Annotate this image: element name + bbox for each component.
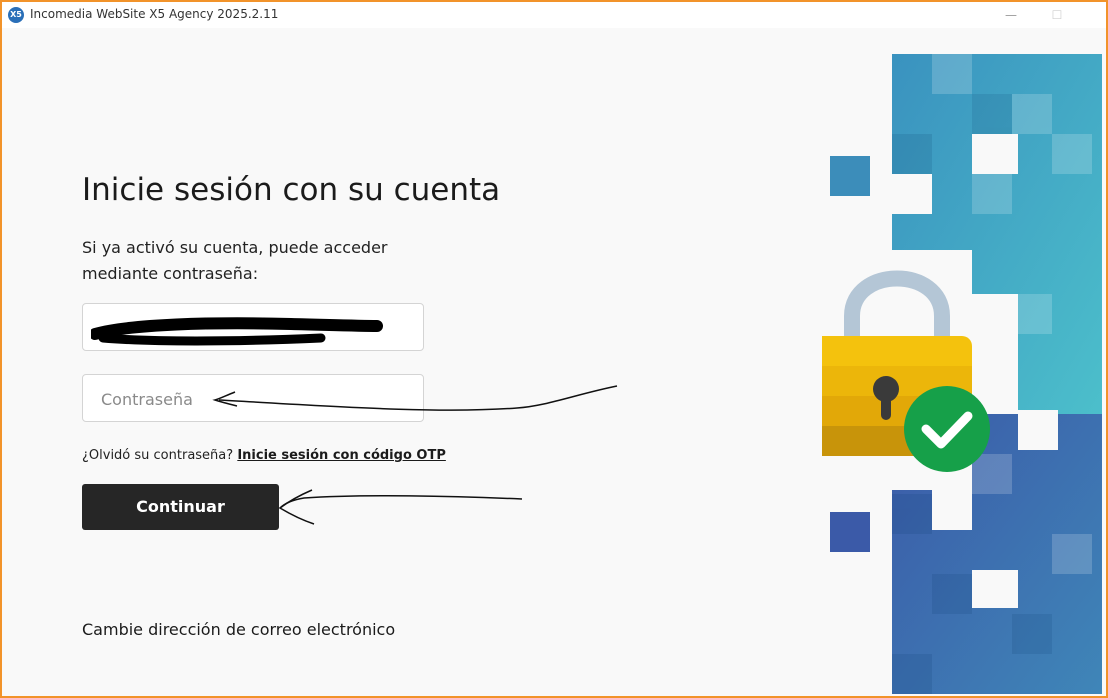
- forgot-password-text: ¿Olvidó su contraseña?: [82, 448, 234, 463]
- window-title: Incomedia WebSite X5 Agency 2025.2.11: [30, 7, 279, 21]
- arrow-annotation-password: [212, 385, 618, 411]
- minimize-button[interactable]: —: [988, 2, 1034, 28]
- login-subtitle: Si ya activó su cuenta, puede acceder me…: [82, 238, 388, 283]
- otp-login-link[interactable]: Inicie sesión con código OTP: [237, 448, 446, 463]
- redaction-scribble: [91, 317, 383, 346]
- continue-button[interactable]: Continuar: [82, 484, 279, 530]
- page-title: Inicie sesión con su cuenta: [82, 172, 501, 208]
- password-placeholder: Contraseña: [101, 390, 193, 409]
- maximize-button[interactable]: ☐: [1034, 2, 1080, 28]
- email-field[interactable]: [82, 303, 424, 351]
- arrow-annotation-continue: [278, 489, 523, 525]
- app-window: X5 Incomedia WebSite X5 Agency 2025.2.11…: [0, 0, 1108, 698]
- security-illustration: [822, 54, 1102, 694]
- change-email-link[interactable]: Cambie dirección de correo electrónico: [82, 620, 395, 639]
- forgot-password-row: ¿Olvidó su contraseña? Inicie sesión con…: [82, 448, 446, 463]
- title-bar[interactable]: X5 Incomedia WebSite X5 Agency 2025.2.11…: [2, 2, 1106, 28]
- app-icon: X5: [8, 7, 24, 23]
